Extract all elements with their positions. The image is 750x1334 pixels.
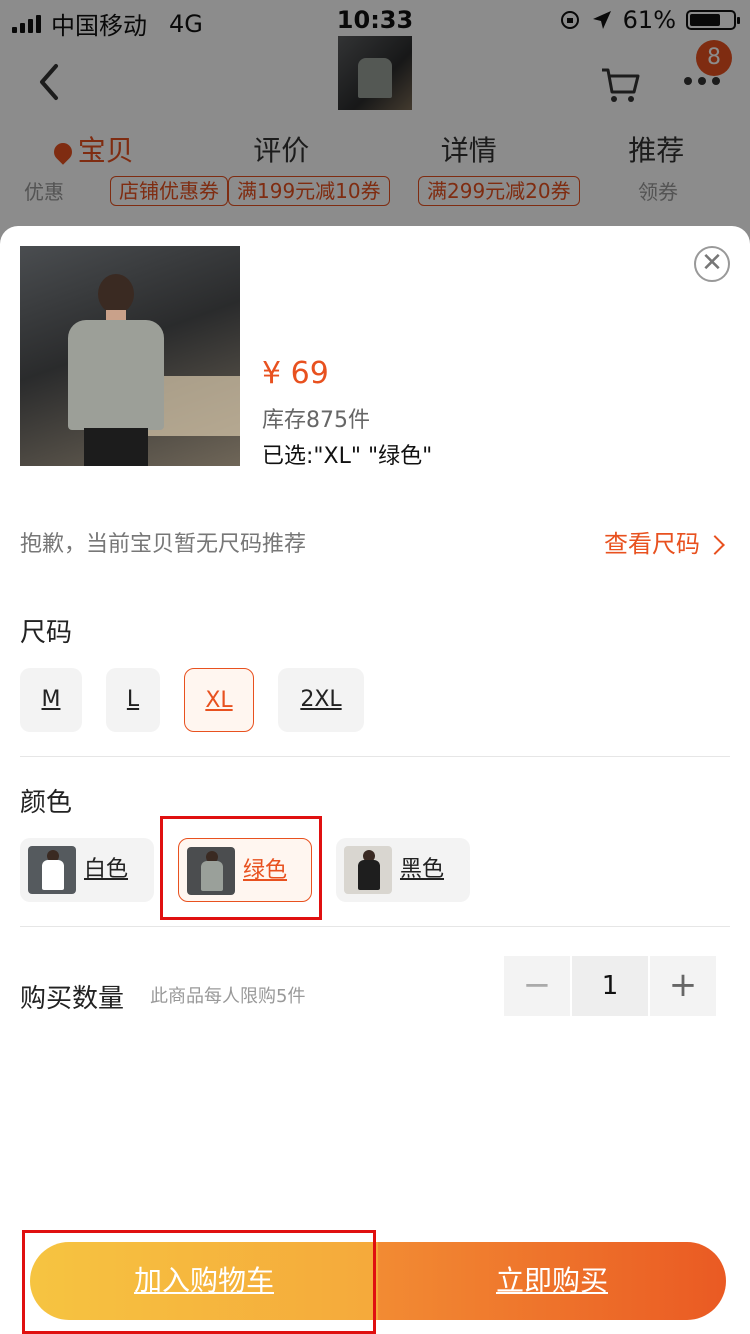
quantity-value[interactable]: 1	[572, 956, 648, 1016]
quantity-limit: 此商品每人限购5件	[150, 986, 306, 1007]
page-background: 中国移动 4G 10:33 61% 8 宝贝 评价 详情 推荐 优惠 店铺优惠券…	[0, 0, 750, 1334]
size-option[interactable]: L	[106, 668, 160, 732]
highlight-box	[22, 1230, 376, 1334]
size-title: 尺码	[20, 618, 73, 648]
color-swatch-image	[28, 846, 76, 894]
product-image	[20, 246, 240, 466]
decrease-button[interactable]: −	[504, 956, 570, 1016]
size-option-selected[interactable]: XL	[184, 668, 254, 732]
stock-count: 库存875件	[262, 408, 370, 433]
close-icon[interactable]: ✕	[694, 246, 730, 282]
selected-spec: 已选:"XL" "绿色"	[262, 444, 433, 469]
divider	[20, 756, 730, 757]
buy-now-button[interactable]: 立即购买	[378, 1242, 726, 1320]
quantity-stepper: − 1 +	[504, 956, 716, 1016]
highlight-box	[160, 816, 322, 920]
color-option-label: 黑色	[400, 857, 445, 882]
size-tip: 抱歉，当前宝贝暂无尺码推荐	[20, 532, 307, 557]
color-title: 颜色	[20, 788, 73, 818]
color-option[interactable]: 黑色	[336, 838, 470, 902]
color-option[interactable]: 白色	[20, 838, 154, 902]
size-option[interactable]: 2XL	[278, 668, 364, 732]
size-option[interactable]: M	[20, 668, 82, 732]
divider	[20, 926, 730, 927]
size-chart-label: 查看尺码	[604, 530, 700, 558]
increase-button[interactable]: +	[650, 956, 716, 1016]
color-option-label: 白色	[84, 857, 129, 882]
color-swatch-image	[344, 846, 392, 894]
size-chart-link[interactable]: 查看尺码	[604, 524, 725, 559]
price: ¥ 69	[262, 356, 329, 391]
quantity-title: 购买数量	[20, 984, 125, 1014]
sku-sheet: ✕ ¥ 69 库存875件 已选:"XL" "绿色" 抱歉，当前宝贝暂无尺码推荐…	[0, 226, 750, 1334]
chevron-right-icon	[705, 535, 725, 555]
